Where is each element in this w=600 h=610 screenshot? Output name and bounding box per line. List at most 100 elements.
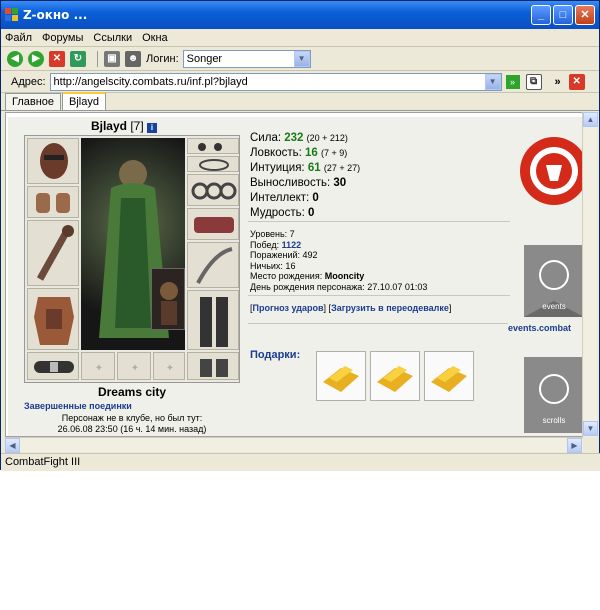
gloves-slot[interactable]: [187, 208, 239, 240]
address-dropdown-icon[interactable]: ▼: [484, 73, 501, 90]
pet-image: [151, 268, 185, 330]
stat-row: Интеллект: 0: [250, 191, 360, 206]
events-emblem[interactable]: events: [514, 241, 582, 326]
character-title: Bjlayd [7] i: [8, 119, 240, 133]
tab-strip: Главное Bjlayd: [1, 92, 599, 111]
close-button[interactable]: ✕: [575, 5, 595, 25]
stat-label: Выносливость:: [250, 177, 331, 189]
amulet-slot[interactable]: [187, 156, 239, 172]
address-label: Адрес:: [11, 75, 46, 88]
info-block: Уровень: 7 Побед: 1122 Поражений: 492 Ни…: [250, 229, 427, 292]
action-links: [Прогноз ударов] [Загрузить в переодевал…: [250, 303, 452, 313]
empty-slot[interactable]: ✦: [117, 352, 151, 380]
divider: [248, 323, 508, 324]
stat-bonus: (7 + 9): [321, 148, 348, 158]
minimize-button[interactable]: _: [531, 5, 551, 25]
gift-item[interactable]: [370, 351, 420, 401]
refresh-icon[interactable]: ↻: [70, 50, 86, 67]
info-birthday: День рождения персонажа: 27.10.07 01:03: [250, 281, 428, 292]
stat-value: 232: [284, 132, 304, 144]
menu-windows[interactable]: Окна: [142, 32, 168, 44]
gift-item[interactable]: [316, 351, 366, 401]
chevron-down-icon[interactable]: ▼: [293, 50, 310, 67]
events-link[interactable]: events.combat: [508, 323, 571, 333]
back-icon[interactable]: ◀: [7, 50, 23, 67]
address-url: http://angelscity.combats.ru/inf.pl?bjla…: [53, 75, 248, 88]
scrolls-emblem[interactable]: scrolls: [514, 353, 582, 436]
svg-text:✦: ✦: [131, 363, 139, 374]
login-label: Логин:: [146, 52, 179, 65]
city-name: Dreams city: [97, 385, 167, 399]
menu-bar: Файл Форумы Ссылки Окна: [1, 29, 599, 47]
scroll-right-icon[interactable]: ▶: [567, 438, 582, 453]
info-draws: Ничьих: 16: [250, 260, 296, 271]
stat-row: Ловкость: 16 (7 + 9): [250, 146, 360, 161]
stat-value: 0: [308, 207, 315, 219]
club-line-2: 26.06.08 23:50 (16 ч. 14 мин. назад): [57, 424, 207, 434]
character-name: Bjlayd: [90, 119, 127, 133]
window-title: Z-окно ...: [23, 8, 88, 22]
stat-bonus: (27 + 27): [323, 163, 361, 173]
toolbar-separator: [97, 50, 98, 67]
weapon-slot[interactable]: [27, 220, 79, 286]
helmet-slot[interactable]: [27, 138, 79, 184]
toolbar: ◀ ▶ ✕ ↻ ▣ ☻ Логин: Songer ▼: [1, 47, 599, 71]
close-tab-icon[interactable]: ✕: [568, 73, 585, 90]
armor-slot[interactable]: [27, 288, 79, 350]
info-icon[interactable]: i: [147, 123, 158, 133]
empty-slot[interactable]: ✦: [153, 352, 185, 380]
stat-row: Выносливость: 30: [250, 176, 360, 191]
rings-slot[interactable]: [187, 174, 239, 206]
users-icon[interactable]: ☻: [125, 50, 141, 67]
gift-item[interactable]: [424, 351, 474, 401]
svg-text:✦: ✦: [166, 363, 174, 374]
gifts-title: Подарки:: [250, 349, 301, 361]
title-bar[interactable]: Z-окно ... _ □ ✕: [1, 1, 599, 29]
stats-block: Сила: 232 (20 + 212) Ловкость: 16 (7 + 9…: [250, 131, 360, 221]
windows-icon[interactable]: ⧉: [525, 73, 542, 90]
clan-emblem[interactable]: [514, 125, 582, 218]
menu-file[interactable]: Файл: [5, 32, 32, 44]
birthplace-label: Место рождения:: [250, 271, 323, 281]
scroll-down-icon[interactable]: ▼: [583, 421, 598, 436]
info-losses: Поражений: 492: [250, 250, 318, 260]
earring-slot[interactable]: [187, 138, 239, 154]
address-input[interactable]: http://angelscity.combats.ru/inf.pl?bjla…: [49, 72, 502, 91]
info-level: Уровень: 7: [250, 229, 295, 239]
scrolls-label: scrolls: [543, 416, 566, 425]
page-content: Bjlayd [7] i ✦ ✦ ✦ Dreams city Завершенн…: [5, 112, 583, 437]
character-panel: Bjlayd [7] i ✦ ✦ ✦ Dreams city Завершенн…: [8, 117, 582, 436]
chevron-right-icon[interactable]: »: [555, 76, 561, 88]
menu-links[interactable]: Ссылки: [93, 32, 132, 44]
wins-label: Побед:: [250, 239, 280, 250]
scroll-up-icon[interactable]: ▲: [583, 112, 598, 127]
info-wins: Побед: 1122: [250, 240, 427, 251]
empty-slot[interactable]: ✦: [81, 352, 115, 380]
character-level: [7]: [130, 119, 144, 133]
leggings-slot[interactable]: [187, 290, 239, 350]
login-select[interactable]: Songer ▼: [182, 49, 311, 68]
settings-icon[interactable]: ▣: [104, 50, 120, 67]
menu-forums[interactable]: Форумы: [42, 32, 83, 44]
stop-icon[interactable]: ✕: [49, 50, 65, 67]
shield-slot[interactable]: [187, 242, 239, 288]
maximize-button[interactable]: □: [553, 5, 573, 25]
boots-slot[interactable]: [187, 352, 239, 380]
go-icon[interactable]: »: [505, 74, 520, 89]
vertical-scrollbar[interactable]: ▲ ▼: [582, 112, 598, 437]
belt-slot[interactable]: [27, 352, 79, 380]
login-value: Songer: [186, 52, 223, 65]
horizontal-scrollbar[interactable]: ◀ ▶: [5, 437, 583, 453]
tab-bjlayd[interactable]: Bjlayd: [62, 92, 106, 110]
bracers-slot[interactable]: [27, 186, 79, 218]
stat-label: Интуиция:: [250, 162, 305, 174]
svg-text:✦: ✦: [95, 363, 103, 374]
tab-main[interactable]: Главное: [5, 93, 62, 110]
forward-icon[interactable]: ▶: [28, 50, 44, 67]
character-doll: ✦ ✦ ✦: [24, 135, 240, 383]
battles-link[interactable]: Завершенные поединки: [24, 401, 132, 411]
divider: [248, 221, 510, 222]
scroll-left-icon[interactable]: ◀: [5, 438, 20, 453]
wardrobe-link[interactable]: Загрузить в переодевалке: [331, 303, 449, 313]
forecast-link[interactable]: Прогноз ударов: [253, 303, 324, 313]
